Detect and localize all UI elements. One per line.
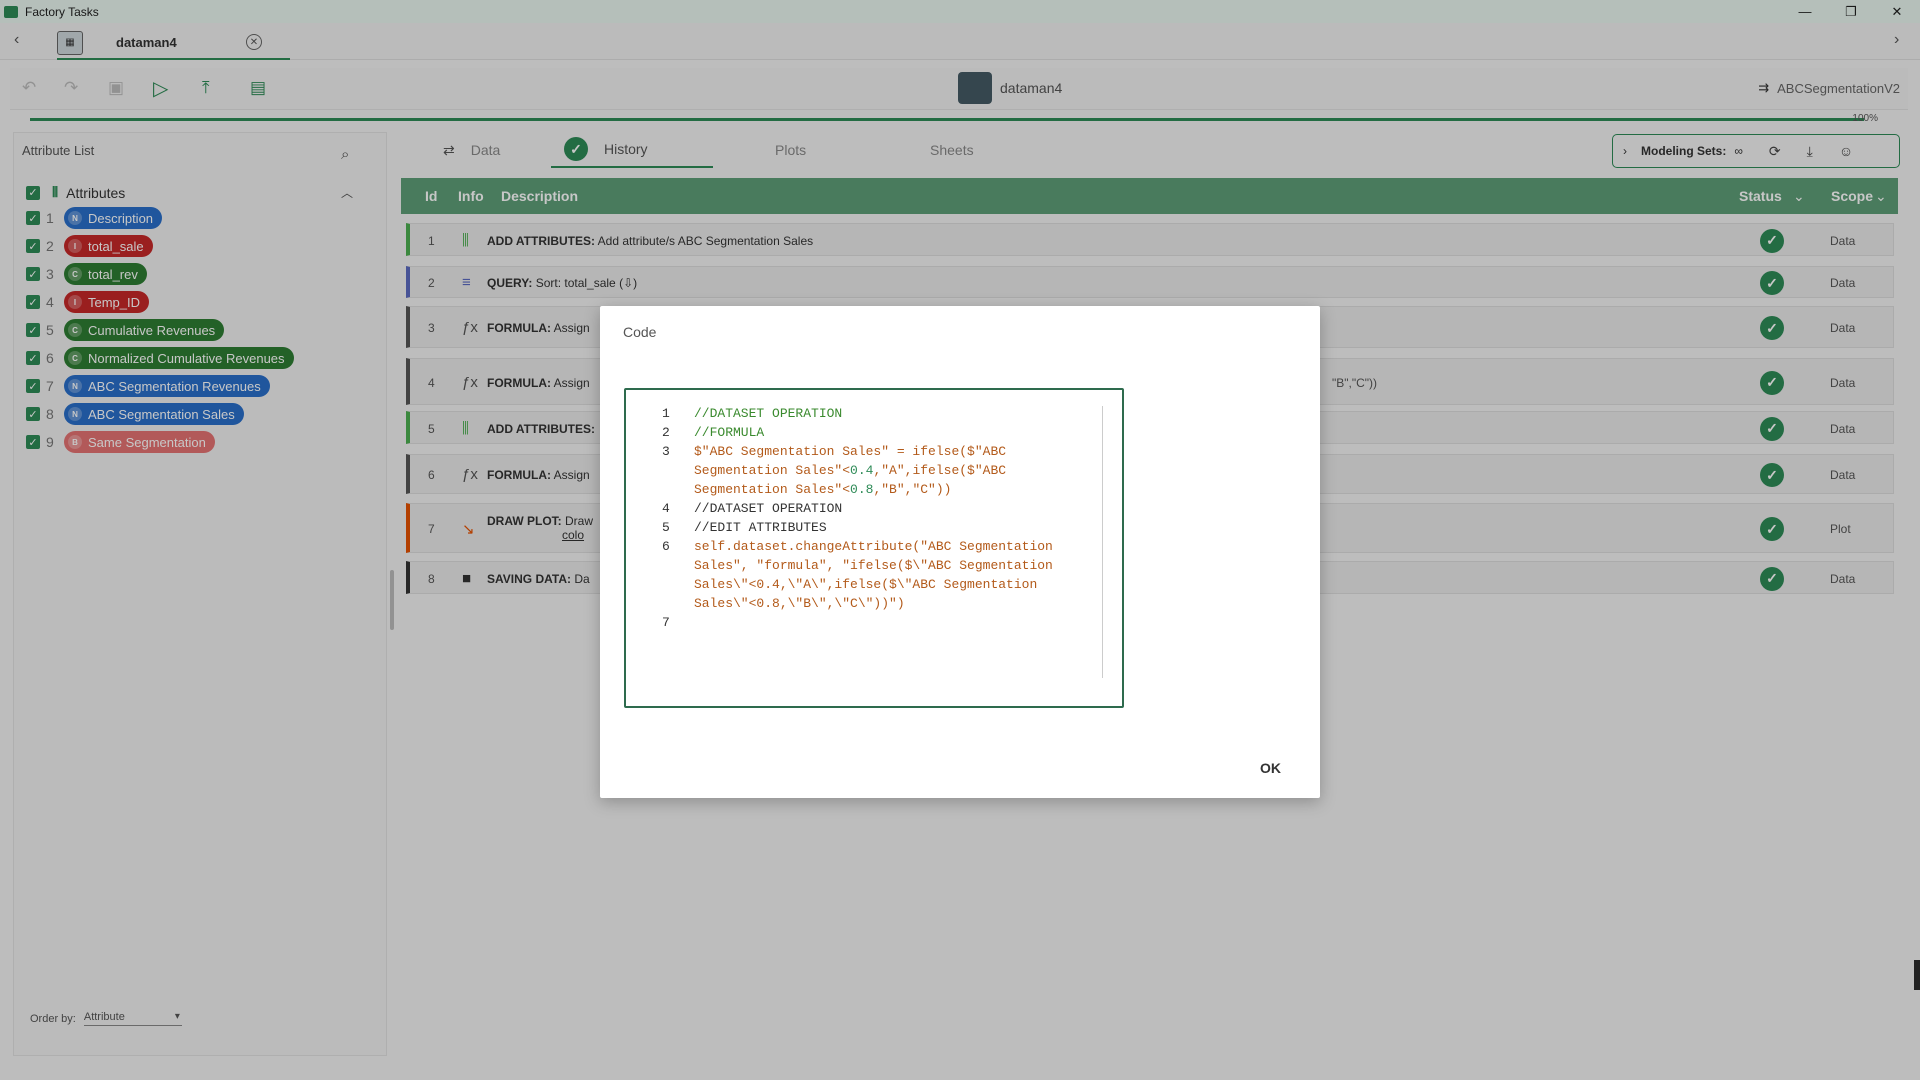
code-text: $"ABC Segmentation Sales" = ifelse($"ABC… (694, 442, 1064, 499)
ok-button[interactable]: OK (1260, 760, 1281, 776)
code-line: 7 (646, 613, 1064, 632)
code-line: 6 self.dataset.changeAttribute("ABC Segme… (646, 537, 1064, 613)
dialog-title: Code (623, 324, 657, 340)
code-lines: 1 //DATASET OPERATION 2 //FORMULA 3 $"ABC Seg… (646, 404, 1064, 632)
code-token: //EDIT ATTRIBUTES (694, 520, 827, 535)
code-token: //FORMULA (694, 425, 765, 440)
code-token: self.dataset.changeAttribute("ABC Segmen… (694, 539, 1061, 611)
line-number: 6 (662, 539, 670, 554)
scrollbar[interactable] (1102, 406, 1103, 678)
code-token: //DATASET OPERATION (694, 501, 843, 516)
window-edge-marker (1914, 960, 1920, 990)
code-text: //FORMULA (694, 423, 1064, 442)
code-token: ,"B","C")) (873, 482, 952, 497)
code-token: 0.4 (850, 463, 874, 478)
line-number: 3 (662, 444, 670, 459)
line-number: 1 (662, 406, 670, 421)
line-number: 2 (662, 425, 670, 440)
code-text: //EDIT ATTRIBUTES (694, 518, 1064, 537)
code-dialog: Code 1 //DATASET OPERATION 2 //FORMULA 3 $"AB… (600, 306, 1320, 798)
code-text: self.dataset.changeAttribute("ABC Segmen… (694, 537, 1064, 613)
line-number: 4 (662, 501, 670, 516)
line-number: 5 (662, 520, 670, 535)
code-line: 5 //EDIT ATTRIBUTES (646, 518, 1064, 537)
code-line: 3 $"ABC Segmentation Sales" = ifelse($"AB… (646, 442, 1064, 499)
code-line: 2 //FORMULA (646, 423, 1064, 442)
code-text: //DATASET OPERATION (694, 404, 1064, 423)
code-line: 4 //DATASET OPERATION (646, 499, 1064, 518)
code-token: //DATASET OPERATION (694, 406, 843, 421)
code-text: //DATASET OPERATION (694, 499, 1064, 518)
code-line: 1 //DATASET OPERATION (646, 404, 1064, 423)
code-editor[interactable]: 1 //DATASET OPERATION 2 //FORMULA 3 $"ABC Seg… (624, 388, 1124, 708)
code-token: 0.8 (850, 482, 874, 497)
line-number: 7 (662, 615, 670, 630)
